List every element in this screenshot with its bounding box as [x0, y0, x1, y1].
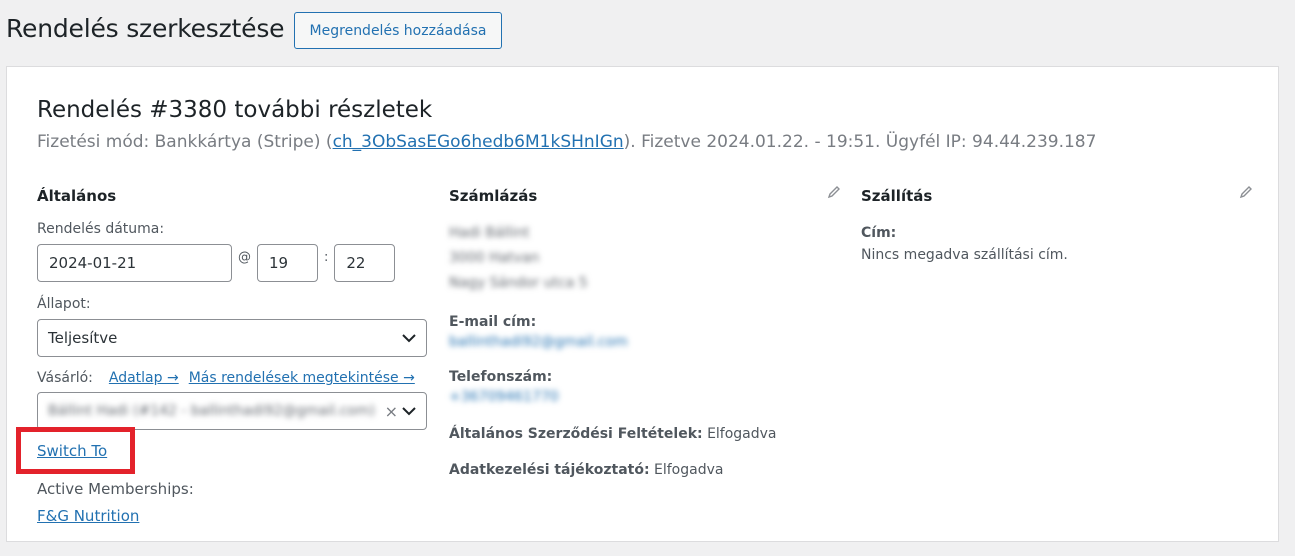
billing-address-line: Nagy Sándor utca 5	[449, 275, 588, 291]
charge-link[interactable]: ch_3ObSasEGo6hedb6M1kSHnIGn	[333, 132, 624, 152]
chevron-down-icon	[402, 407, 416, 416]
status-value: Teljesítve	[48, 329, 118, 347]
billing-address: Hadi Bállint 3000 Hatvan Nagy Sándor utc…	[449, 221, 841, 296]
customer-select[interactable]: Bállint Hadi (#142 - ballinthadi92@gmail…	[37, 392, 427, 430]
customer-label: Vásárló:	[37, 370, 93, 386]
colon-separator: :	[324, 250, 329, 265]
shipping-title: Szállítás	[861, 187, 933, 205]
order-minute-input[interactable]: 22	[334, 244, 396, 282]
shipping-address-label: Cím:	[861, 225, 897, 241]
chevron-down-icon	[402, 334, 416, 343]
billing-address-line: Hadi Bállint	[449, 225, 530, 241]
pencil-icon[interactable]	[827, 185, 841, 199]
general-column: Általános Rendelés dátuma: 2024-01-21 @ …	[37, 177, 427, 430]
terms-value: Elfogadva	[707, 426, 777, 442]
phone-label: Telefonszám:	[449, 369, 553, 385]
order-date-input[interactable]: 2024-01-21	[37, 244, 232, 282]
status-select[interactable]: Teljesítve	[37, 319, 427, 357]
privacy-value: Elfogadva	[654, 462, 724, 478]
terms-line: Általános Szerződési Feltételek: Elfogad…	[449, 426, 841, 442]
email-label: E-mail cím:	[449, 314, 537, 330]
order-panel: Rendelés #3380 további részletek Fizetés…	[6, 66, 1279, 542]
at-separator: @	[238, 250, 251, 265]
status-label: Állapot:	[37, 296, 91, 312]
payment-info: Fizetési mód: Bankkártya (Stripe) (ch_3O…	[37, 132, 1096, 152]
phone-link[interactable]: +36709461770	[449, 385, 841, 410]
privacy-label: Adatkezelési tájékoztató:	[449, 462, 650, 478]
order-heading: Rendelés #3380 további részletek	[37, 97, 433, 123]
customer-select-controls: ×	[385, 402, 416, 421]
customer-value: Bállint Hadi (#142 - ballinthadi92@gmail…	[48, 403, 376, 419]
privacy-line: Adatkezelési tájékoztató: Elfogadva	[449, 462, 841, 478]
payment-suffix: ). Fizetve 2024.01.22. - 19:51. Ügyfél I…	[623, 132, 1097, 152]
billing-title: Számlázás	[449, 187, 538, 205]
pencil-icon[interactable]	[1239, 185, 1253, 199]
memberships-label: Active Memberships:	[37, 480, 194, 498]
customer-profile-link[interactable]: Adatlap →	[109, 370, 179, 386]
membership-link[interactable]: F&G Nutrition	[37, 507, 139, 525]
order-date-label: Rendelés dátuma:	[37, 221, 165, 237]
payment-prefix: Fizetési mód: Bankkártya (Stripe) (	[37, 132, 333, 152]
customer-row: Vásárló: Adatlap → Más rendelések megtek…	[37, 370, 427, 386]
billing-address-line: 3000 Hatvan	[449, 250, 540, 266]
general-title: Általános	[37, 187, 117, 205]
billing-column: Számlázás Hadi Bállint 3000 Hatvan Nagy …	[449, 177, 841, 478]
email-link[interactable]: ballinthadi92@gmail.com	[449, 330, 841, 355]
add-order-button[interactable]: Megrendelés hozzáadása	[294, 12, 502, 49]
close-icon[interactable]: ×	[385, 402, 398, 421]
shipping-column: Szállítás Cím: Nincs megadva szállítási …	[861, 177, 1253, 263]
page-title: Rendelés szerkesztése	[6, 14, 285, 43]
switch-to-link[interactable]: Switch To	[37, 442, 107, 460]
shipping-address-value: Nincs megadva szállítási cím.	[861, 247, 1068, 263]
date-row: 2024-01-21 @ 19 : 22	[37, 244, 427, 282]
other-orders-link[interactable]: Más rendelések megtekintése →	[189, 370, 415, 386]
terms-label: Általános Szerződési Feltételek:	[449, 426, 703, 442]
order-hour-input[interactable]: 19	[257, 244, 318, 282]
